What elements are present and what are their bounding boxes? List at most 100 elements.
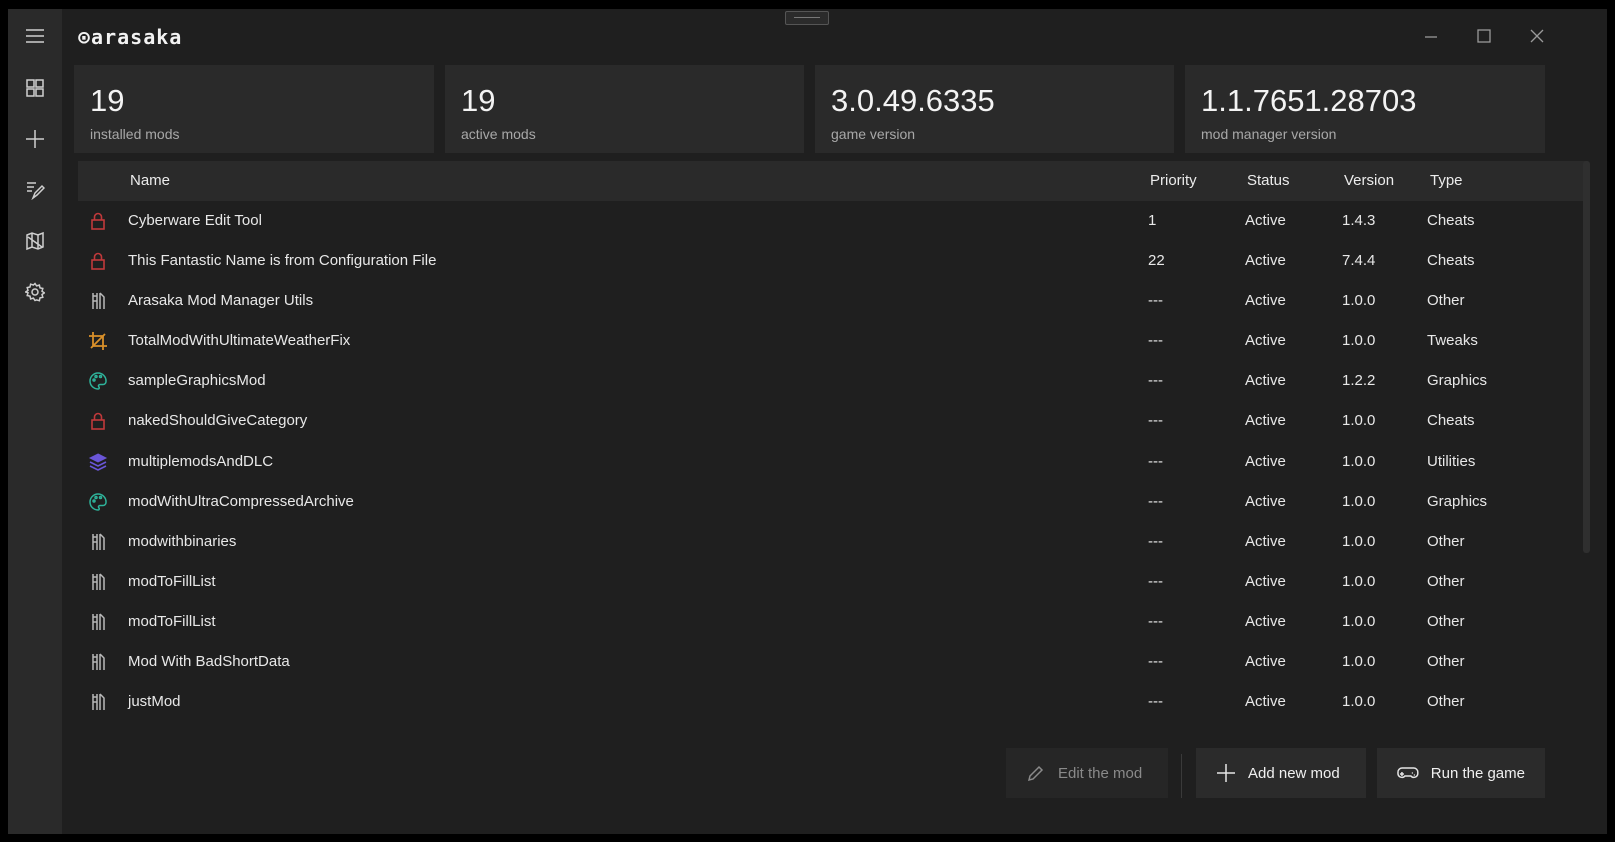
column-header-status[interactable]: Status xyxy=(1247,161,1290,201)
crop-icon xyxy=(88,331,108,351)
stat-active-mods: 19 active mods xyxy=(445,65,804,153)
table-row[interactable]: nakedShouldGiveCategory --- Active 1.0.0 Che… xyxy=(78,401,1588,441)
mod-priority: --- xyxy=(1148,452,1163,470)
table-scrollbar[interactable] xyxy=(1583,161,1590,553)
mod-name: nakedShouldGiveCategory xyxy=(128,412,308,430)
dashboard-grid-icon[interactable] xyxy=(8,68,62,108)
mod-type: Other xyxy=(1427,693,1465,711)
mod-version: 1.0.0 xyxy=(1342,572,1376,590)
mod-priority: 22 xyxy=(1148,252,1165,270)
mods-table: Name Priority Status Version Type Cyberw… xyxy=(78,161,1588,741)
mod-type: Other xyxy=(1427,532,1465,550)
mod-status: Active xyxy=(1245,693,1286,711)
mod-version: 1.0.0 xyxy=(1342,412,1376,430)
mod-priority: --- xyxy=(1148,332,1163,350)
mod-status: Active xyxy=(1245,212,1286,229)
mod-type: Utilities xyxy=(1427,452,1476,470)
run-game-label: Run the game xyxy=(1430,764,1525,782)
minimize-icon[interactable] xyxy=(1412,19,1450,53)
table-row[interactable]: multiplemodsAndDLC --- Active 1.0.0 Utilitie… xyxy=(78,442,1588,482)
map-icon[interactable] xyxy=(8,221,62,261)
mod-type: Cheats xyxy=(1427,252,1475,270)
stat-value: 19 xyxy=(461,83,496,118)
mod-version: 1.0.0 xyxy=(1342,612,1376,630)
table-row[interactable]: TotalModWithUltimateWeatherFix --- Active 1… xyxy=(78,321,1588,361)
table-row[interactable]: Arasaka Mod Manager Utils --- Active 1.0.0 O… xyxy=(78,281,1588,321)
column-header-priority[interactable]: Priority xyxy=(1150,161,1197,201)
mod-priority: --- xyxy=(1148,532,1163,550)
mod-name: Arasaka Mod Manager Utils xyxy=(128,292,314,310)
mod-status: Active xyxy=(1245,532,1286,550)
table-row[interactable]: justMod --- Active 1.0.0 Other xyxy=(78,682,1588,722)
edit-mod-button[interactable]: Edit the mod xyxy=(1006,748,1168,798)
stat-label: installed mods xyxy=(90,126,180,142)
stat-label: active mods xyxy=(461,126,536,142)
mod-version: 1.4.3 xyxy=(1342,212,1376,229)
lock-icon xyxy=(88,211,108,231)
table-row[interactable]: modToFillList --- Active 1.0.0 Other xyxy=(78,562,1588,602)
mod-type: Cheats xyxy=(1427,412,1475,430)
mod-version: 7.4.4 xyxy=(1342,252,1376,270)
mod-status: Active xyxy=(1245,612,1286,630)
mod-status: Active xyxy=(1245,572,1286,590)
drag-handle[interactable] xyxy=(785,11,829,25)
mod-version: 1.0.0 xyxy=(1342,532,1376,550)
column-header-type[interactable]: Type xyxy=(1430,161,1463,201)
app-logo: ⊙arasaka xyxy=(78,25,183,49)
mod-priority: --- xyxy=(1148,372,1163,390)
mod-version: 1.0.0 xyxy=(1342,653,1376,671)
stat-mod-manager-version: 1.1.7651.28703 mod manager version xyxy=(1185,65,1545,153)
mod-name: modWithUltraCompressedArchive xyxy=(128,492,354,510)
mod-name: This Fantastic Name is from Configuratio… xyxy=(128,252,437,270)
column-header-version[interactable]: Version xyxy=(1344,161,1394,201)
table-row[interactable]: modwithbinaries --- Active 1.0.0 Other xyxy=(78,522,1588,562)
tools-icon xyxy=(88,612,108,632)
stat-installed-mods: 19 installed mods xyxy=(74,65,434,153)
run-game-button[interactable]: Run the game xyxy=(1377,748,1545,798)
mod-status: Active xyxy=(1245,332,1286,350)
plus-icon[interactable] xyxy=(8,119,62,159)
tools-icon xyxy=(88,532,108,552)
table-row[interactable]: modWithUltraCompressedArchive --- Active 1.… xyxy=(78,482,1588,522)
mod-name: modToFillList xyxy=(128,612,216,630)
lock-icon xyxy=(88,411,108,431)
table-row[interactable]: modToFillList --- Active 1.0.0 Other xyxy=(78,602,1588,642)
table-row[interactable]: This Fantastic Name is from Configuratio… xyxy=(78,241,1588,281)
mod-name: TotalModWithUltimateWeatherFix xyxy=(128,332,351,350)
mod-name: Mod With BadShortData xyxy=(128,653,290,671)
mod-status: Active xyxy=(1245,653,1286,671)
palette-icon xyxy=(88,492,108,512)
table-row[interactable]: Mod With BadShortData --- Active 1.0.0 Other xyxy=(78,642,1588,682)
mod-priority: --- xyxy=(1148,492,1163,510)
close-icon[interactable] xyxy=(1518,19,1556,53)
stat-value: 19 xyxy=(90,83,125,118)
mod-type: Other xyxy=(1427,292,1465,310)
table-header: Name Priority Status Version Type xyxy=(78,161,1588,201)
stat-game-version: 3.0.49.6335 game version xyxy=(815,65,1174,153)
mod-priority: --- xyxy=(1148,412,1163,430)
edit-list-icon[interactable] xyxy=(8,170,62,210)
hamburger-menu-icon[interactable] xyxy=(8,16,62,56)
table-row[interactable]: Cyberware Edit Tool 1 Active 1.4.3 Cheats xyxy=(78,201,1588,241)
mod-status: Active xyxy=(1245,252,1286,270)
mod-name: justMod xyxy=(128,693,181,711)
mod-type: Graphics xyxy=(1427,492,1488,510)
column-header-name[interactable]: Name xyxy=(130,161,170,201)
lock-icon xyxy=(88,251,108,271)
gamepad-icon xyxy=(1397,767,1419,779)
pencil-icon xyxy=(1027,765,1044,782)
stat-label: mod manager version xyxy=(1201,126,1337,142)
stat-value: 1.1.7651.28703 xyxy=(1201,83,1417,118)
edit-mod-label: Edit the mod xyxy=(1058,764,1143,782)
table-row[interactable]: sampleGraphicsMod --- Active 1.2.2 Graphics xyxy=(78,361,1588,401)
layers-icon xyxy=(88,452,108,472)
sidebar xyxy=(8,9,62,834)
gear-icon[interactable] xyxy=(8,272,62,312)
maximize-icon[interactable] xyxy=(1465,19,1503,53)
add-mod-button[interactable]: Add new mod xyxy=(1196,748,1366,798)
mod-version: 1.0.0 xyxy=(1342,452,1376,470)
mod-type: Other xyxy=(1427,653,1465,671)
mod-version: 1.0.0 xyxy=(1342,693,1376,711)
tools-icon xyxy=(88,572,108,592)
mod-priority: 1 xyxy=(1148,212,1157,229)
